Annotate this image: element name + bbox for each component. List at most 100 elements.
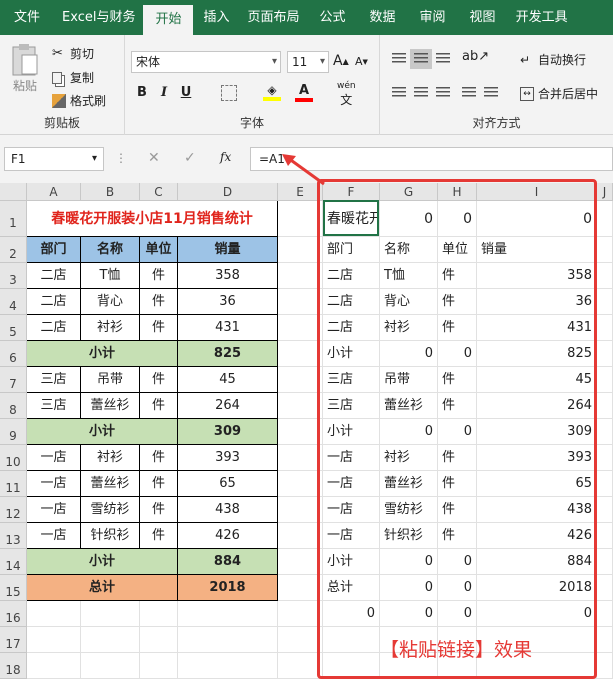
row-header-12[interactable]: 12 [0,497,27,523]
enter-icon[interactable]: ✓ [184,150,196,166]
row-header-7[interactable]: 7 [0,367,27,393]
grid-cell[interactable] [278,263,323,289]
grid-cell[interactable] [597,445,613,471]
grid-cell[interactable] [597,341,613,367]
insert-function-icon[interactable]: fx [220,150,231,164]
row-header-6[interactable]: 6 [0,341,27,367]
grid-cell[interactable] [278,237,323,263]
grid-cell[interactable] [278,393,323,419]
font-color-button[interactable]: A [295,83,313,102]
formula-input[interactable]: =A1 [250,147,613,171]
fill-color-button[interactable]: ◈ [263,83,281,101]
grid-cell[interactable] [597,201,613,237]
grid-cell[interactable] [278,523,323,549]
row-header-8[interactable]: 8 [0,393,27,419]
grid-cell[interactable] [178,627,278,653]
grid-cell[interactable] [140,653,178,679]
align-center-icon[interactable] [414,87,428,99]
borders-icon[interactable] [221,85,237,101]
cancel-icon[interactable]: ✕ [148,150,160,166]
tab-view[interactable]: 视图 [458,0,508,35]
italic-button[interactable]: I [155,85,173,100]
column-header-h[interactable]: H [438,183,477,201]
column-header-a[interactable]: A [27,183,81,201]
phonetic-button[interactable]: wén 文 [337,81,356,108]
grid-cell[interactable] [278,445,323,471]
row-header-14[interactable]: 14 [0,549,27,575]
grid-cell[interactable] [278,367,323,393]
grid-cell[interactable] [597,263,613,289]
grid-cell[interactable] [278,201,323,237]
orientation-icon[interactable]: ab↗ [462,49,489,64]
grid-cell[interactable] [278,627,323,653]
increase-indent-icon[interactable] [484,87,498,99]
column-header-c[interactable]: C [140,183,178,201]
tab-developer[interactable]: 开发工具 [508,0,576,35]
row-header-5[interactable]: 5 [0,315,27,341]
grid-cell[interactable] [81,601,140,627]
align-right-icon[interactable] [436,87,450,99]
grid-cell[interactable] [597,237,613,263]
grid-cell[interactable] [278,601,323,627]
copy-button[interactable]: 复制 [52,69,94,86]
tab-excel-finance[interactable]: Excel与财务 [54,0,143,35]
row-header-17[interactable]: 17 [0,627,27,653]
format-painter-button[interactable]: 格式刷 [52,92,106,109]
row-header-3[interactable]: 3 [0,263,27,289]
row-header-15[interactable]: 15 [0,575,27,601]
grid-cell[interactable] [81,653,140,679]
grid-cell[interactable] [140,601,178,627]
row-header-4[interactable]: 4 [0,289,27,315]
column-header-d[interactable]: D [178,183,278,201]
grid-cell[interactable] [278,653,323,679]
paste-button[interactable]: 粘贴 [10,43,40,94]
bold-button[interactable]: B [133,85,151,100]
grid-cell[interactable] [27,653,81,679]
row-header-16[interactable]: 16 [0,601,27,627]
cut-button[interactable]: ✂ 剪切 [52,45,94,62]
row-header-18[interactable]: 18 [0,653,27,679]
column-header-i[interactable]: I [477,183,597,201]
font-name-select[interactable]: 宋体 [131,51,281,73]
grid-cell[interactable] [597,627,613,653]
row-header-11[interactable]: 11 [0,471,27,497]
merge-center-button[interactable]: ↔ 合并后居中 [520,85,598,102]
column-header-j[interactable]: J [597,183,613,201]
grid-cell[interactable] [278,419,323,445]
grid-cell[interactable] [597,471,613,497]
grid-cell[interactable] [597,497,613,523]
tab-review[interactable]: 审阅 [408,0,458,35]
grid-cell[interactable] [597,315,613,341]
grid-cell[interactable] [178,601,278,627]
grid-cell[interactable] [323,653,380,679]
align-bottom-icon[interactable] [436,53,450,65]
row-header-2[interactable]: 2 [0,237,27,263]
grid-cell[interactable] [597,289,613,315]
wrap-text-button[interactable]: ↵ 自动换行 [520,51,586,68]
underline-button[interactable]: U [177,85,195,100]
shrink-font-icon[interactable]: A ▼ [355,55,368,68]
decrease-indent-icon[interactable] [462,87,476,99]
grid-cell[interactable] [278,575,323,601]
grid-cell[interactable] [597,523,613,549]
grow-font-icon[interactable]: A ▲ [333,53,349,69]
row-header-1[interactable]: 1 [0,201,27,237]
column-header-f[interactable]: F [323,183,380,201]
align-left-icon[interactable] [392,87,406,99]
grid-cell[interactable] [597,549,613,575]
row-header-13[interactable]: 13 [0,523,27,549]
select-all-corner[interactable] [0,183,27,201]
grid-cell[interactable] [278,471,323,497]
grid-cell[interactable] [140,627,178,653]
row-header-10[interactable]: 10 [0,445,27,471]
grid-cell[interactable] [597,653,613,679]
font-size-select[interactable]: 11 [287,51,329,73]
tab-file[interactable]: 文件 [0,0,54,35]
tab-data[interactable]: 数据 [358,0,408,35]
grid-cell[interactable] [278,341,323,367]
row-header-9[interactable]: 9 [0,419,27,445]
grid-cell[interactable] [278,315,323,341]
align-top-icon[interactable] [392,53,406,65]
grid-cell[interactable] [178,653,278,679]
grid-cell[interactable] [597,367,613,393]
